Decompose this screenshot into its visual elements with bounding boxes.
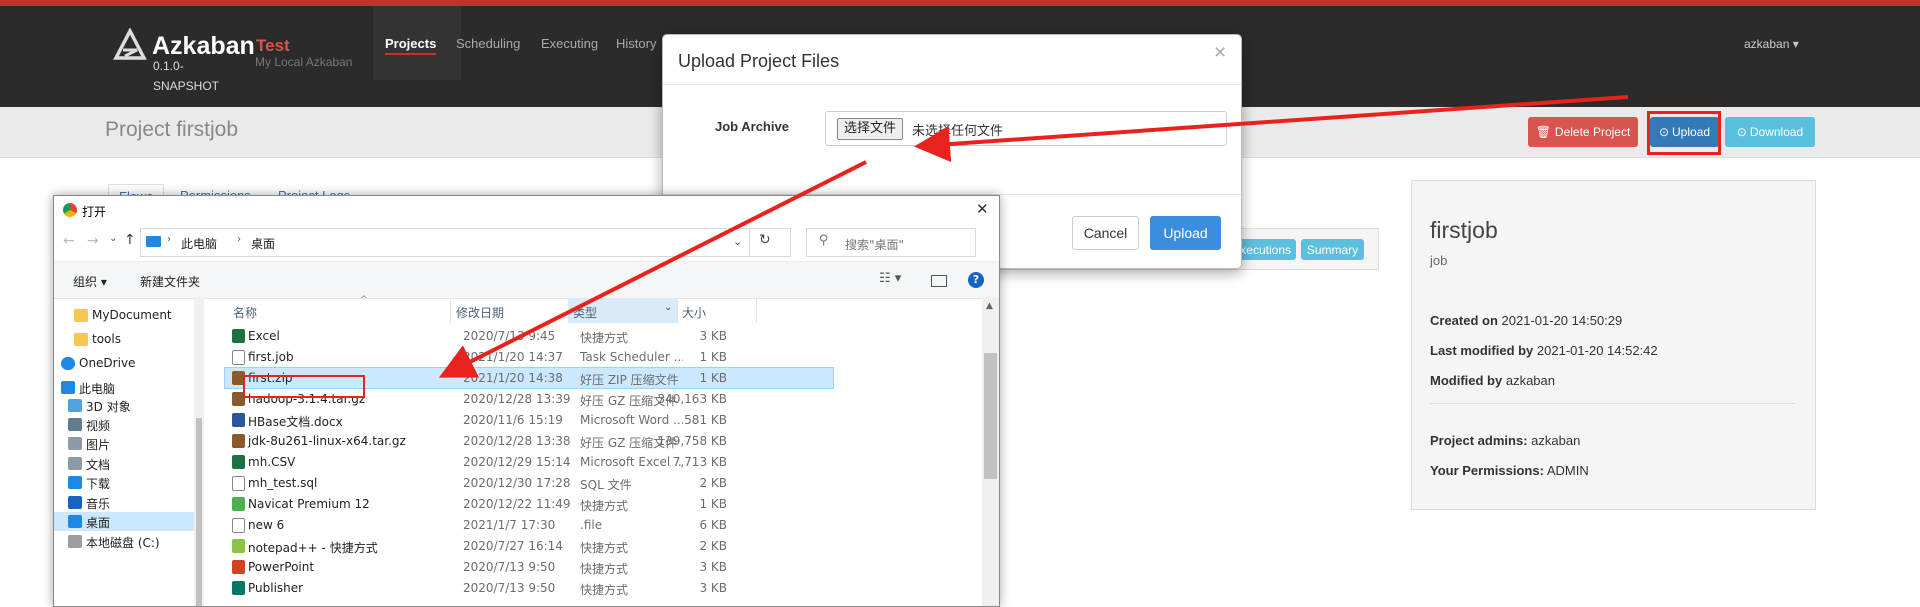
annotation-arrows [438,95,1629,378]
arrow-upload-to-choose-file [914,95,1629,163]
arrow-choose-file-to-zip [438,160,867,378]
